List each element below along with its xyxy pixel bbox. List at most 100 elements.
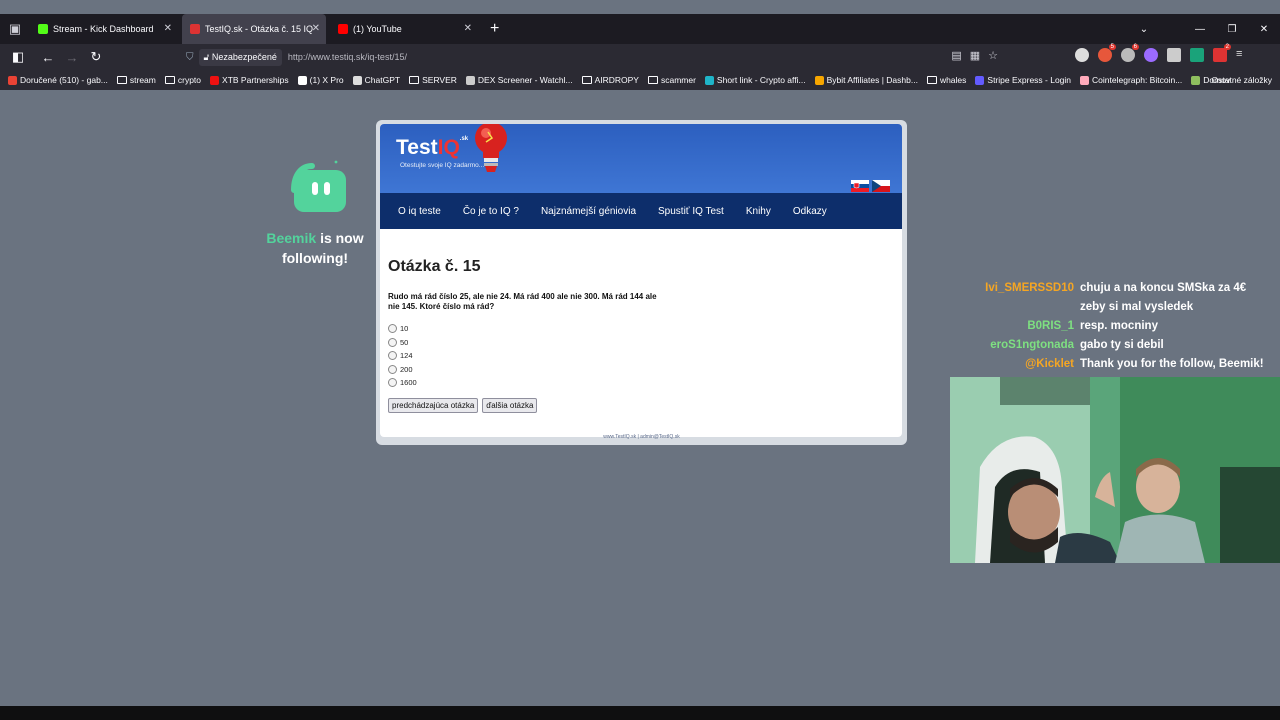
puzzle-icon[interactable]: [1167, 48, 1181, 62]
insecure-badge[interactable]: 🔓︎ Nezabezpečené: [198, 48, 282, 66]
close-tab-icon[interactable]: ✕: [464, 23, 472, 34]
menu-icon[interactable]: ≡: [1236, 48, 1250, 62]
chat-message: Ivi_SMERSSD10 chuju a na koncu SMSka za 4…: [960, 279, 1272, 317]
menu-item[interactable]: O iq teste: [387, 206, 452, 217]
back-button[interactable]: ←: [36, 50, 60, 65]
answer-option[interactable]: 124: [388, 349, 417, 363]
close-tab-icon[interactable]: ✕: [164, 23, 172, 34]
forward-button[interactable]: →: [60, 50, 84, 65]
bookmark-item[interactable]: whales: [926, 75, 966, 85]
radio-button[interactable]: [388, 378, 397, 388]
chat-username: Ivi_SMERSSD10: [985, 282, 1074, 294]
language-flags: [851, 180, 890, 192]
answer-label: 124: [400, 351, 413, 361]
chat-text: resp. mocniny: [1080, 320, 1158, 332]
previous-question-button[interactable]: predchádzajúca otázka: [388, 398, 479, 413]
answer-option[interactable]: 1600: [388, 376, 417, 390]
slovak-flag-icon[interactable]: [851, 180, 869, 192]
radio-button[interactable]: [388, 337, 397, 347]
bookmark-item[interactable]: Short link - Crypto affi...: [704, 75, 806, 85]
chat-message: @Kicklet Thank you for the follow, Beemik…: [960, 355, 1272, 374]
bookmark-item[interactable]: DEX Screener - Watchl...: [465, 75, 573, 85]
radio-button[interactable]: [388, 364, 397, 374]
account-icon[interactable]: [1075, 48, 1089, 62]
bookmark-item[interactable]: SERVER: [409, 75, 457, 85]
minimize-button[interactable]: —: [1184, 24, 1216, 35]
logo-suffix: .sk: [459, 136, 469, 142]
url-text[interactable]: http://www.testiq.sk/iq-test/15/: [288, 52, 407, 62]
bookmark-item[interactable]: AIRDROPY: [581, 75, 639, 85]
tab-list-icon[interactable]: ▣: [0, 21, 30, 37]
chatgpt-icon: [352, 75, 362, 85]
bookmark-label: AIRDROPY: [594, 75, 639, 85]
bookmark-label: Bybit Affiliates | Dashb...: [826, 75, 918, 85]
bookmark-item[interactable]: ChatGPT: [352, 75, 400, 85]
insecure-label: Nezabezpečené: [211, 51, 277, 62]
ublock-icon[interactable]: 5: [1098, 44, 1116, 62]
extension-icon[interactable]: [1190, 48, 1204, 62]
bookmark-item[interactable]: Cointelegraph: Bitcoin...: [1080, 75, 1182, 85]
bookmark-item[interactable]: stream: [116, 75, 156, 85]
restore-button[interactable]: ❐: [1216, 24, 1248, 35]
bookmark-item[interactable]: XTB Partnerships: [210, 75, 289, 85]
extension-icon[interactable]: 6: [1121, 44, 1139, 62]
answer-label: 50: [400, 337, 409, 347]
screen: ▣ Stream - Kick Dashboard ✕ TestIQ.sk - …: [0, 0, 1280, 720]
tab-kick-dashboard[interactable]: Stream - Kick Dashboard ✕: [30, 14, 178, 44]
other-bookmarks[interactable]: Ostatné záložky: [1212, 75, 1272, 85]
answer-option[interactable]: 200: [388, 363, 417, 377]
logo-iq: IQ: [437, 136, 460, 159]
close-tab-icon[interactable]: ✕: [312, 23, 320, 34]
bookmark-star-icon[interactable]: ☆: [988, 49, 998, 62]
radio-button[interactable]: [388, 351, 397, 361]
bookmark-item[interactable]: Doručené (510) - gab...: [8, 75, 108, 85]
answer-option[interactable]: 50: [388, 336, 417, 350]
close-window-button[interactable]: ✕: [1248, 24, 1280, 35]
url-bar[interactable]: ⛉ 🔓︎ Nezabezpečené http://www.testiq.sk/…: [183, 47, 998, 67]
testiq-favicon-icon: [190, 24, 200, 34]
next-question-button[interactable]: ďalšia otázka: [482, 398, 538, 413]
stripe-icon: [975, 75, 985, 85]
bookmark-item[interactable]: Stripe Express - Login: [975, 75, 1071, 85]
chat-text: gabo ty si debil: [1080, 339, 1164, 351]
bookmark-item[interactable]: Bybit Affiliates | Dashb...: [814, 75, 918, 85]
bybit-icon: [814, 75, 824, 85]
taskbar: [0, 706, 1280, 720]
menu-item[interactable]: Čo je to IQ ?: [452, 206, 530, 217]
folder-icon: [581, 76, 592, 84]
radio-button[interactable]: [388, 324, 397, 334]
answer-option[interactable]: 10: [388, 322, 417, 336]
sidebar-icon[interactable]: ◧: [6, 49, 30, 65]
site-header: TestIQ.sk Otestujte svoje IQ zadarmo...: [380, 124, 902, 193]
list-all-tabs-icon[interactable]: ⌄: [1128, 24, 1160, 35]
cointelegraph-icon: [1080, 75, 1090, 85]
bookmark-item[interactable]: (1) X Pro: [297, 75, 344, 85]
site-logo[interactable]: TestIQ.sk: [396, 136, 468, 160]
new-tab-button[interactable]: +: [490, 20, 499, 38]
extension-icon[interactable]: 2: [1213, 44, 1231, 62]
bookmark-item[interactable]: crypto: [164, 75, 201, 85]
translate-icon[interactable]: ▦: [970, 49, 980, 62]
reader-view-icon[interactable]: ▤: [951, 49, 961, 62]
reload-button[interactable]: ↻: [84, 49, 108, 65]
menu-item[interactable]: Odkazy: [782, 206, 838, 217]
menu-item[interactable]: Najznámejší géniovia: [530, 206, 647, 217]
bookmark-label: (1) X Pro: [309, 75, 344, 85]
menu-item[interactable]: Knihy: [735, 206, 782, 217]
other-bookmarks-label: Ostatné záložky: [1211, 75, 1272, 85]
czech-flag-icon[interactable]: [872, 180, 890, 192]
menu-item[interactable]: Spustiť IQ Test: [647, 206, 735, 217]
bookmark-item[interactable]: scammer: [647, 75, 696, 85]
tab-youtube[interactable]: (1) YouTube ✕: [330, 14, 478, 44]
shield-icon[interactable]: ⛉: [186, 52, 194, 63]
bookmark-label: Doručené (510) - gab...: [20, 75, 108, 85]
bookmark-label: DEX Screener - Watchl...: [477, 75, 573, 85]
folder-icon: [409, 76, 420, 84]
tab-testiq[interactable]: TestIQ.sk - Otázka č. 15 IQ Test ✕: [182, 14, 326, 44]
chat-text: chuju a na koncu SMSka za 4€ zeby si mal…: [1080, 282, 1247, 313]
folder-icon: [164, 76, 175, 84]
answer-options: 10 50 124 200 1600: [388, 322, 417, 390]
extension-icon[interactable]: [1144, 48, 1158, 62]
answer-label: 10: [400, 324, 409, 334]
xtb-icon: [210, 75, 220, 85]
